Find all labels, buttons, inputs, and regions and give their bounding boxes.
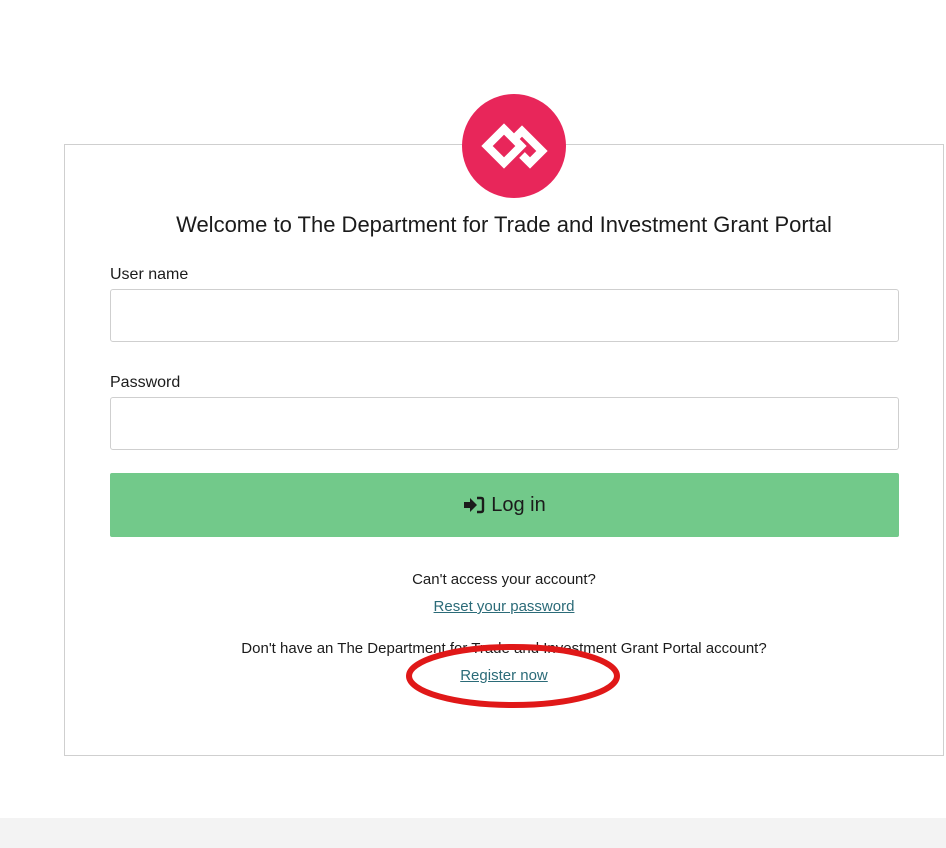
register-link[interactable]: Register now [460, 667, 548, 684]
reset-link-row: Reset your password [64, 597, 944, 617]
password-label: Password [110, 374, 181, 391]
reset-password-link[interactable]: Reset your password [434, 598, 575, 615]
cant-access-text: Can't access your account? [412, 571, 596, 588]
login-button-label: Log in [491, 493, 546, 516]
brand-logo [462, 94, 566, 198]
username-input[interactable] [110, 289, 899, 342]
password-input[interactable] [110, 397, 899, 450]
register-link-row: Register now [64, 666, 944, 686]
brand-logo-icon [481, 123, 548, 169]
page-title: Welcome to The Department for Trade and … [176, 212, 832, 237]
login-button[interactable]: Log in [110, 473, 899, 537]
username-label: User name [110, 266, 189, 283]
no-account-text: Don't have an The Department for Trade a… [241, 640, 767, 657]
sign-in-icon [464, 496, 485, 514]
page-footer-band [0, 818, 946, 848]
